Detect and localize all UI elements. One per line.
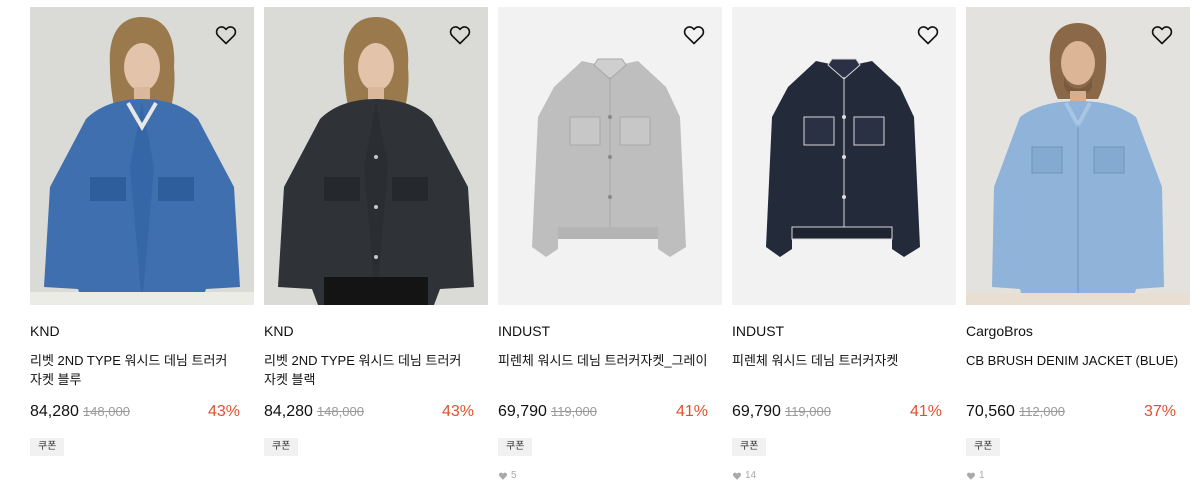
price-row: 84,280 148,000 43%: [30, 403, 254, 423]
indigo-denim-jacket-image: [732, 7, 956, 305]
product-card[interactable]: INDUST 피렌체 워시드 데님 트러커자켓_그레이 69,790 119,0…: [498, 7, 722, 481]
product-title[interactable]: 리벳 2ND TYPE 워시드 데님 트러커 자켓 블랙: [264, 351, 478, 389]
coupon-badge: 쿠폰: [732, 438, 767, 456]
product-card[interactable]: INDUST 피렌체 워시드 데님 트러커자켓 69,790 119,000 4…: [732, 7, 956, 481]
likes-value: 14: [745, 470, 757, 481]
wishlist-heart-icon[interactable]: [448, 23, 472, 47]
sale-price: 84,280: [30, 403, 79, 420]
price-row: 84,280 148,000 43%: [264, 403, 488, 423]
likes-value: 5: [511, 470, 517, 481]
likes-count: 5: [498, 470, 722, 481]
product-card[interactable]: KND 리벳 2ND TYPE 워시드 데님 트러커 자켓 블루 84,280 …: [30, 7, 254, 456]
heart-filled-icon: [498, 472, 508, 480]
price-row: 69,790 119,000 41%: [498, 403, 722, 423]
heart-filled-icon: [966, 472, 976, 480]
product-image[interactable]: [264, 7, 488, 305]
product-grid: KND 리벳 2ND TYPE 워시드 데님 트러커 자켓 블루 84,280 …: [0, 0, 1201, 481]
sale-price: 69,790: [732, 403, 781, 420]
product-card[interactable]: CargoBros CB BRUSH DENIM JACKET (BLUE) 7…: [966, 7, 1190, 481]
original-price: 119,000: [784, 404, 831, 419]
product-title[interactable]: CB BRUSH DENIM JACKET (BLUE): [966, 351, 1180, 389]
model-brush-denim-jacket-image: [966, 7, 1190, 305]
wishlist-heart-icon[interactable]: [214, 23, 238, 47]
coupon-badge: 쿠폰: [30, 438, 65, 456]
original-price: 119,000: [550, 404, 597, 419]
brand-name[interactable]: INDUST: [498, 323, 722, 339]
sale-price: 84,280: [264, 403, 313, 420]
brand-name[interactable]: KND: [264, 323, 488, 339]
discount-rate: 43%: [441, 403, 474, 420]
coupon-badge: 쿠폰: [264, 438, 299, 456]
product-card[interactable]: KND 리벳 2ND TYPE 워시드 데님 트러커 자켓 블랙 84,280 …: [264, 7, 488, 456]
coupon-badge: 쿠폰: [498, 438, 533, 456]
likes-value: 1: [979, 470, 985, 481]
product-title[interactable]: 피렌체 워시드 데님 트러커자켓_그레이: [498, 351, 712, 389]
price-row: 70,560 112,000 37%: [966, 403, 1190, 423]
model-denim-jacket-black-image: [264, 7, 488, 305]
sale-price: 70,560: [966, 403, 1015, 420]
price-row: 69,790 119,000 41%: [732, 403, 956, 423]
wishlist-heart-icon[interactable]: [916, 23, 940, 47]
likes-count: 1: [966, 470, 1190, 481]
grey-denim-jacket-image: [498, 7, 722, 305]
discount-rate: 41%: [675, 403, 708, 420]
likes-count: 14: [732, 470, 956, 481]
product-image[interactable]: [30, 7, 254, 305]
original-price: 148,000: [82, 404, 130, 419]
product-image[interactable]: [966, 7, 1190, 305]
heart-filled-icon: [732, 472, 742, 480]
model-denim-jacket-blue-image: [30, 7, 254, 305]
coupon-badge: 쿠폰: [966, 438, 1001, 456]
product-image[interactable]: [498, 7, 722, 305]
product-title[interactable]: 피렌체 워시드 데님 트러커자켓: [732, 351, 946, 389]
original-price: 148,000: [316, 404, 364, 419]
brand-name[interactable]: INDUST: [732, 323, 956, 339]
brand-name[interactable]: KND: [30, 323, 254, 339]
brand-name[interactable]: CargoBros: [966, 323, 1190, 339]
discount-rate: 37%: [1143, 403, 1176, 420]
product-image[interactable]: [732, 7, 956, 305]
discount-rate: 43%: [207, 403, 240, 420]
wishlist-heart-icon[interactable]: [1150, 23, 1174, 47]
sale-price: 69,790: [498, 403, 547, 420]
wishlist-heart-icon[interactable]: [682, 23, 706, 47]
product-title[interactable]: 리벳 2ND TYPE 워시드 데님 트러커 자켓 블루: [30, 351, 244, 389]
discount-rate: 41%: [909, 403, 942, 420]
original-price: 112,000: [1018, 404, 1065, 419]
